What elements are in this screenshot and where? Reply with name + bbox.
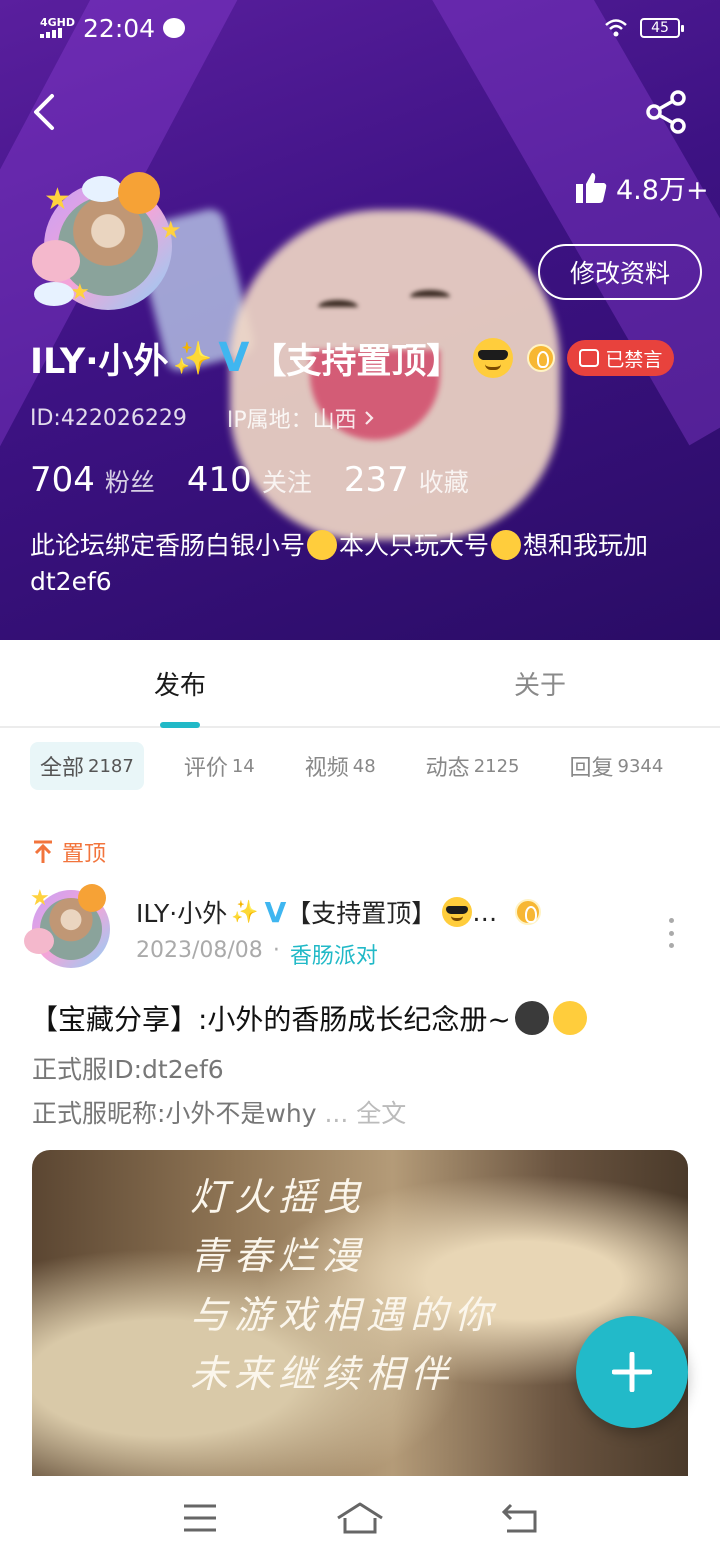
- stats-row: 704 粉丝 410 关注 237 收藏: [30, 460, 501, 500]
- home-icon: [337, 1502, 383, 1534]
- name-row: ILY·小外 ✨ V 【支持置顶】 已禁言: [30, 334, 675, 382]
- tab-indicator: [160, 722, 200, 728]
- status-bar: 4GHD 22:04 45: [0, 0, 720, 56]
- plus-icon: [612, 1352, 652, 1392]
- user-bio: 此论坛绑定香肠白银小号 本人只玩大号 想和我玩加dt2ef6: [30, 530, 649, 596]
- post-author-row[interactable]: ILY·小外 ✨ V 【支持置顶】 …: [136, 894, 542, 930]
- filter-replies[interactable]: 回复 9344: [560, 742, 674, 790]
- verified-icon: V: [218, 335, 250, 381]
- ip-location-link[interactable]: IP属地：山西: [227, 402, 375, 434]
- sparkle-icon: ✨: [231, 899, 259, 925]
- menu-icon: [184, 1504, 216, 1532]
- new-moon-face-icon: [514, 1001, 549, 1035]
- pin-arrow-icon: [34, 840, 52, 863]
- sunglasses-emoji-icon: [473, 338, 514, 378]
- verified-icon: V: [264, 895, 287, 929]
- favorites-stat[interactable]: 237 收藏: [344, 460, 469, 500]
- level-badge-icon[interactable]: [527, 344, 556, 372]
- post-author-badge: 【支持置顶】: [286, 899, 437, 928]
- thumbs-up-icon: [576, 172, 607, 203]
- mascot-eye: [318, 300, 358, 314]
- signal-icon: 4GHD: [40, 17, 75, 40]
- more-options-icon[interactable]: [666, 918, 676, 948]
- edit-profile-button[interactable]: 修改资料: [538, 244, 702, 300]
- post-author-avatar[interactable]: ★: [24, 884, 116, 972]
- avatar-balloon: [118, 172, 160, 214]
- name-ellipsis: …: [472, 897, 498, 927]
- profile-header: 4GHD 22:04 45 ★ ★ ★ 4.8万+ 修改资料 ILY·小外 ✨ …: [0, 0, 720, 640]
- post-body-line: 正式服昵称:小外不是why ... 全文: [32, 1099, 407, 1128]
- post-author-name: ILY·小外: [136, 899, 228, 928]
- system-nav-bar: [0, 1476, 720, 1560]
- chevron-right-icon: [364, 411, 374, 425]
- following-label: 关注: [261, 468, 312, 497]
- tab-about[interactable]: 关于: [360, 640, 720, 726]
- favorites-label: 收藏: [418, 468, 469, 497]
- filter-reviews[interactable]: 评价 14: [174, 742, 265, 790]
- avatar-cloud: [34, 282, 74, 306]
- likes-count: 4.8万+: [574, 168, 709, 207]
- nerd-face-icon: [491, 530, 522, 560]
- back-icon[interactable]: [26, 90, 66, 134]
- avatar-cloud: [82, 176, 122, 202]
- post-image[interactable]: 灯火摇曳 青春烂漫 与游戏相遇的你 未来继续相伴: [32, 1150, 688, 1476]
- sunglasses-emoji-icon: [442, 897, 473, 927]
- post-channel-link[interactable]: 香肠派对: [290, 938, 378, 970]
- tab-posts[interactable]: 发布: [0, 640, 360, 726]
- profile-tabs: 发布 关于: [0, 640, 720, 728]
- share-icon[interactable]: [642, 88, 690, 136]
- level-badge-icon: [515, 899, 542, 925]
- ip-location: IP属地：山西: [226, 408, 357, 433]
- return-icon: [501, 1503, 537, 1533]
- followers-label: 粉丝: [104, 468, 155, 497]
- avatar-star: ★: [160, 216, 182, 244]
- post-title[interactable]: 【宝藏分享】:小外的香肠成长纪念册~: [30, 998, 587, 1038]
- likes-value: 4.8万+: [616, 175, 709, 206]
- pinned-label: 置顶: [32, 836, 106, 868]
- post-body-line: 正式服ID:dt2ef6: [32, 1055, 224, 1084]
- filter-videos[interactable]: 视频 48: [295, 742, 386, 790]
- menu-nav-button[interactable]: [170, 1498, 230, 1538]
- avatar[interactable]: ★ ★ ★: [30, 172, 186, 318]
- banned-label: 已禁言: [605, 348, 663, 371]
- banned-badge: 已禁言: [567, 340, 675, 376]
- banned-icon: [579, 349, 600, 367]
- battery-level: 45: [651, 20, 669, 36]
- sparkle-icon: ✨: [172, 339, 213, 377]
- battery-icon: 45: [640, 18, 684, 38]
- post-date: 2023/08/08: [136, 938, 263, 963]
- image-poem: 灯火摇曳 青春烂漫 与游戏相遇的你 未来继续相伴: [190, 1175, 499, 1396]
- followers-count: 704: [30, 460, 95, 500]
- avatar-pig: [24, 928, 54, 954]
- avatar-pig: [32, 240, 80, 282]
- wechat-icon: [163, 18, 186, 38]
- user-name: ILY·小外: [30, 341, 169, 382]
- following-count: 410: [186, 460, 252, 500]
- full-text-link[interactable]: 全文: [356, 1099, 406, 1128]
- avatar-star: ★: [30, 886, 50, 911]
- avatar-star: ★: [44, 182, 71, 217]
- avatar-balloon: [78, 884, 106, 912]
- status-time: 22:04: [83, 13, 156, 43]
- post-header: ★ ILY·小外 ✨ V 【支持置顶】 … 2023/08/08 · 香肠派对: [24, 882, 704, 972]
- id-row: ID:422026229 IP属地：山西: [30, 402, 375, 434]
- back-nav-button[interactable]: [490, 1498, 550, 1538]
- new-post-button[interactable]: [576, 1316, 688, 1428]
- post-filters: 全部 2187 评价 14 视频 48 动态 2125 回复 9344: [30, 742, 703, 790]
- meta-separator: ·: [272, 938, 280, 963]
- favorites-count: 237: [343, 460, 409, 500]
- home-nav-button[interactable]: [330, 1498, 390, 1538]
- following-stat[interactable]: 410 关注: [187, 460, 312, 500]
- name-badge-text: 【支持置顶】: [251, 341, 462, 382]
- upside-down-face-icon: [307, 530, 338, 560]
- smirk-face-icon: [552, 1001, 587, 1035]
- mascot-eye: [410, 290, 450, 304]
- wifi-icon: [605, 19, 627, 37]
- user-id: ID:422026229: [30, 405, 187, 431]
- filter-moments[interactable]: 动态 2125: [416, 742, 530, 790]
- filter-all[interactable]: 全部 2187: [30, 742, 144, 790]
- followers-stat[interactable]: 704 粉丝: [30, 460, 155, 500]
- post-meta: 2023/08/08 · 香肠派对: [136, 938, 378, 970]
